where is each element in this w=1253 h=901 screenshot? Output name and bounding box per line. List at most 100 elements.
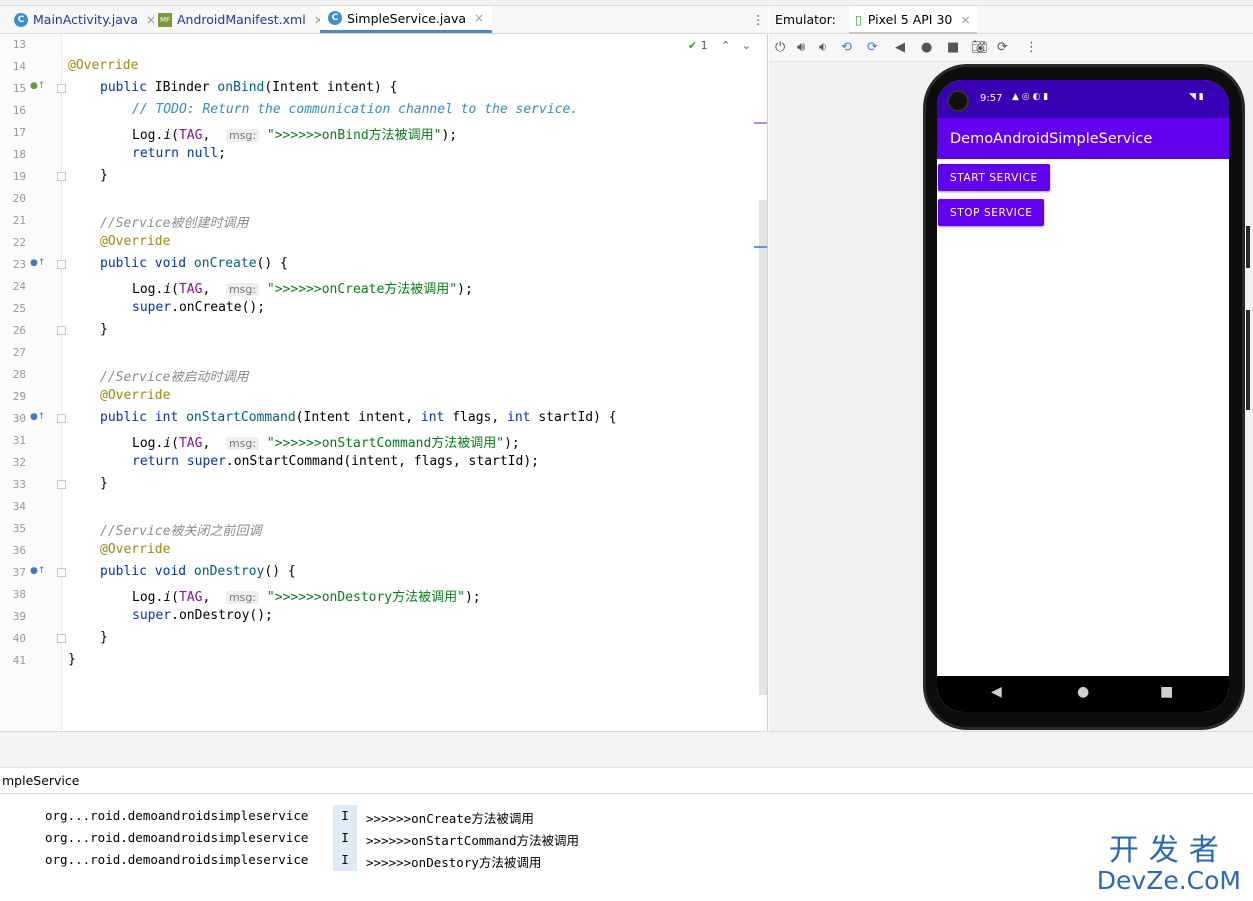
code-line: @Override (100, 388, 171, 403)
home-icon[interactable]: ● (921, 40, 932, 55)
java-class-icon: C (14, 12, 28, 27)
emulator-header: Emulator: ▯ Pixel 5 API 30 × (769, 6, 1253, 34)
phone-side-button[interactable] (1246, 310, 1250, 410)
code-comment: //Service被关闭之前回调 (100, 524, 262, 539)
line-number: 20 (12, 192, 26, 205)
rotate-left-icon[interactable]: ⟲ (841, 40, 852, 55)
notification-icons: ▲ ◎ ◐ ▮ (1012, 92, 1049, 102)
line-number: 19 (12, 170, 26, 183)
more-options-icon[interactable]: ⋮ (1025, 40, 1038, 55)
tab-emulator-device[interactable]: ▯ Pixel 5 API 30 × (849, 6, 977, 34)
editor-scrollbar[interactable] (759, 200, 767, 695)
code-editor[interactable]: ✔ 1 ⌃ ⌄ 13 14 15 16 17 18 19 20 21 22 23 24 25 26 27 28… (0, 34, 768, 731)
overrides-marker-icon[interactable]: ●↑ (30, 566, 45, 576)
phone-screen[interactable]: 9:57 ▲ ◎ ◐ ▮ ◥ ▮ DemoAndroidSimpleServic… (937, 80, 1229, 712)
snapshot-icon[interactable]: ⟳ (997, 40, 1008, 55)
code-comment: //Service被创建时调用 (100, 216, 249, 231)
line-number: 33 (12, 478, 26, 491)
code-line: } (100, 168, 108, 183)
fold-marker[interactable] (57, 326, 66, 335)
nav-recents-icon[interactable]: ■ (1160, 684, 1173, 700)
rotate-right-icon[interactable]: ⟳ (867, 40, 878, 55)
code-line: @Override (100, 542, 171, 557)
chevron-up-icon[interactable]: ⌃ (721, 39, 730, 52)
log-level: I (333, 849, 357, 871)
inspection-widget[interactable]: ✔ 1 ⌃ ⌄ (688, 39, 751, 52)
log-package: org...roid.demoandroidsimpleservice (45, 852, 309, 867)
tab-label: SimpleService.java (347, 10, 467, 26)
fold-marker[interactable] (57, 634, 66, 643)
app-title: DemoAndroidSimpleService (950, 130, 1153, 147)
code-line: } (68, 652, 76, 667)
line-number: 41 (12, 654, 26, 667)
fold-marker[interactable] (57, 568, 66, 577)
line-number: 23 (12, 258, 26, 271)
implements-marker-icon[interactable]: ●↑ (30, 81, 45, 91)
log-row: org...roid.demoandroidsimpleservice I >>… (0, 805, 1253, 827)
watermark-logo: 开发者 DevZe.CoM (1097, 835, 1241, 895)
fold-marker[interactable] (57, 172, 66, 181)
parameter-hint: msg: (225, 129, 260, 142)
line-number: 16 (12, 104, 26, 117)
code-line: } (100, 322, 108, 337)
overrides-marker-icon[interactable]: ●↑ (30, 412, 45, 422)
line-number: 29 (12, 390, 26, 403)
line-number: 40 (12, 632, 26, 645)
line-number: 14 (12, 60, 26, 73)
code-line: // TODO: Return the communication channe… (132, 102, 579, 117)
phone-side-button[interactable] (1246, 226, 1250, 268)
code-line: Log.i(TAG, msg: ">>>>>>onDestory方法被调用"); (132, 590, 481, 605)
code-line: Log.i(TAG, msg: ">>>>>>onStartCommand方法被… (132, 436, 520, 451)
stop-service-button[interactable]: STOP SERVICE (938, 199, 1045, 226)
manifest-file-icon: MF (158, 12, 172, 27)
tab-main-activity[interactable]: C MainActivity.java × (6, 6, 164, 33)
fold-marker[interactable] (57, 414, 66, 423)
start-service-button[interactable]: START SERVICE (938, 164, 1050, 191)
code-line: public int onStartCommand(Intent intent,… (100, 410, 617, 425)
panel-separator (0, 731, 1253, 768)
line-number: 30 (12, 412, 26, 425)
log-message: >>>>>>onStartCommand方法被调用 (366, 833, 580, 848)
code-line: Log.i(TAG, msg: ">>>>>>onBind方法被调用"); (132, 128, 458, 143)
tab-simple-service[interactable]: C SimpleService.java × (320, 6, 493, 33)
nav-back-icon[interactable]: ◀ (991, 684, 1002, 700)
fold-marker[interactable] (57, 480, 66, 489)
status-bar: 9:57 ▲ ◎ ◐ ▮ ◥ ▮ (937, 80, 1229, 118)
code-line: } (100, 476, 108, 491)
close-icon[interactable]: × (960, 12, 970, 27)
back-icon[interactable]: ◀ (895, 40, 905, 55)
tab-label: MainActivity.java (33, 12, 138, 27)
code-line: public IBinder onBind(Intent intent) { (100, 80, 398, 95)
nav-home-icon[interactable]: ● (1077, 684, 1089, 700)
line-number: 36 (12, 544, 26, 557)
signal-battery-icons: ◥ ▮ (1189, 92, 1204, 102)
inspection-count: 1 (700, 39, 708, 52)
logcat-output[interactable]: org...roid.demoandroidsimpleservice I >>… (0, 795, 1253, 901)
logcat-filter-bar[interactable]: mpleService (0, 768, 1253, 794)
check-icon: ✔ (687, 39, 698, 52)
log-package: org...roid.demoandroidsimpleservice (45, 830, 309, 845)
code-line: public void onCreate() { (100, 256, 288, 271)
log-row: org...roid.demoandroidsimpleservice I >>… (0, 849, 1253, 871)
parameter-hint: msg: (225, 437, 260, 450)
volume-down-icon[interactable]: 🔉︎ (819, 40, 827, 55)
overview-icon[interactable]: ■ (947, 40, 959, 55)
line-number: 15 (12, 82, 26, 95)
code-line: @Override (100, 234, 171, 249)
tab-label: AndroidManifest.xml (177, 12, 306, 27)
fold-marker[interactable] (57, 84, 66, 93)
line-number: 38 (12, 588, 26, 601)
navigation-bar: ◀ ● ■ (937, 676, 1229, 712)
log-package: org...roid.demoandroidsimpleservice (45, 808, 309, 823)
emulator-label: Emulator: (775, 12, 836, 27)
line-number: 22 (12, 236, 26, 249)
volume-up-icon[interactable]: 🔊︎ (797, 40, 805, 55)
tab-android-manifest[interactable]: MF AndroidManifest.xml × (150, 6, 332, 33)
close-icon[interactable]: × (474, 11, 484, 25)
overrides-marker-icon[interactable]: ●↑ (30, 258, 45, 268)
line-number: 27 (12, 346, 26, 359)
screenshot-icon[interactable]: 📷︎ (971, 40, 988, 55)
chevron-down-icon[interactable]: ⌄ (742, 39, 751, 52)
fold-marker[interactable] (57, 260, 66, 269)
power-icon[interactable]: ⏻ (775, 40, 785, 55)
